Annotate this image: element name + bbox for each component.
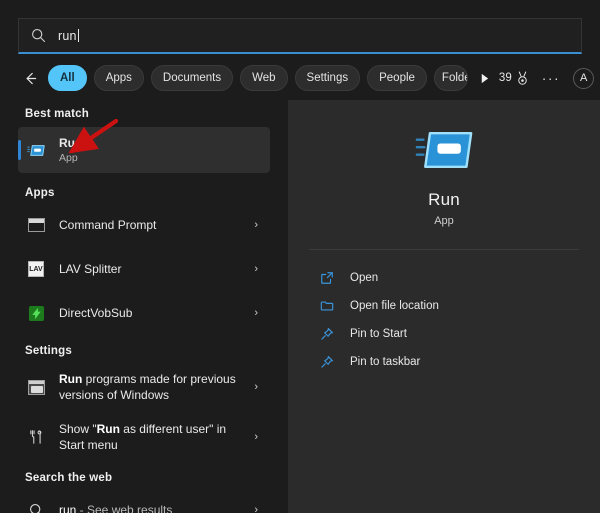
lav-splitter-icon: LAV xyxy=(25,261,47,277)
best-match-run-item[interactable]: Run App xyxy=(18,127,270,173)
list-item-run-compatibility[interactable]: Run programs made for previous versions … xyxy=(18,362,270,412)
pin-icon xyxy=(318,355,336,369)
action-open-file-location[interactable]: Open file location xyxy=(302,292,586,320)
list-item-text: Show "Run as different user" in Start me… xyxy=(59,421,254,453)
list-item-label: run - See web results xyxy=(59,502,173,513)
section-heading-best-match: Best match xyxy=(25,108,89,120)
best-match-section: Run App xyxy=(0,127,288,173)
list-item-web-search[interactable]: run - See web results › xyxy=(18,488,270,513)
rewards-indicator[interactable]: 39 xyxy=(499,71,529,86)
action-pin-to-start[interactable]: Pin to Start xyxy=(302,320,586,348)
search-box[interactable]: run xyxy=(18,18,582,54)
rewards-count: 39 xyxy=(498,72,512,84)
selection-indicator xyxy=(18,140,21,160)
chevron-right-icon: › xyxy=(254,431,258,443)
chevron-right-icon: › xyxy=(254,307,258,319)
account-avatar[interactable]: A xyxy=(573,67,595,89)
chevron-right-icon: › xyxy=(254,504,258,513)
action-label: Pin to Start xyxy=(350,328,407,340)
list-item-label: LAV Splitter xyxy=(59,261,122,276)
directvobsub-icon xyxy=(25,305,47,322)
list-item-label-line2: Start menu xyxy=(59,438,118,452)
section-heading-search-the-web: Search the web xyxy=(25,472,113,484)
more-options-button[interactable]: ··· xyxy=(542,71,561,85)
search-icon xyxy=(25,503,47,513)
best-match-title: Run xyxy=(59,135,83,150)
list-item-text: Run programs made for previous versions … xyxy=(59,371,254,403)
preview-actions: Open Open file location Pin to Start Pin… xyxy=(288,264,600,376)
chevron-right-icon: › xyxy=(254,381,258,393)
action-label: Pin to taskbar xyxy=(350,356,421,368)
list-item-command-prompt[interactable]: Command Prompt › xyxy=(18,203,270,247)
list-item-label: Command Prompt xyxy=(59,217,157,232)
action-open[interactable]: Open xyxy=(302,264,586,292)
run-icon-large xyxy=(415,131,473,169)
folder-icon xyxy=(318,299,336,313)
search-icon xyxy=(32,29,46,43)
filter-pill-all[interactable]: All xyxy=(48,65,87,91)
list-item-label-line1: Run programs made for previous xyxy=(59,372,236,386)
list-item-label-line2: versions of Windows xyxy=(59,388,170,402)
filter-pill-web[interactable]: Web xyxy=(240,65,288,91)
list-item-lav-splitter[interactable]: LAV LAV Splitter › xyxy=(18,247,270,291)
action-pin-to-taskbar[interactable]: Pin to taskbar xyxy=(302,348,586,376)
filter-pill-settings[interactable]: Settings xyxy=(294,65,361,91)
pin-icon xyxy=(318,327,336,341)
filter-pill-people[interactable]: People xyxy=(367,65,427,91)
list-item-label-line1: Show "Run as different user" in xyxy=(59,422,227,436)
filter-pill-apps[interactable]: Apps xyxy=(93,65,144,91)
command-prompt-icon xyxy=(25,218,47,232)
chevron-right-icon: › xyxy=(254,219,258,231)
list-item-run-as-different-user[interactable]: Show "Run as different user" in Start me… xyxy=(18,412,270,462)
filter-pill-documents[interactable]: Documents xyxy=(150,65,234,91)
filter-pill-folders[interactable]: Folders xyxy=(433,65,468,91)
next-arrow-icon[interactable] xyxy=(475,67,495,89)
search-flyout: run All Apps Documents Web Settings Peop… xyxy=(0,0,600,513)
section-heading-apps: Apps xyxy=(25,187,55,199)
compatibility-icon xyxy=(25,379,47,395)
results-list: Best match Run App Apps Command Prompt ›… xyxy=(0,100,288,513)
preview-subtitle: App xyxy=(434,215,454,227)
chevron-right-icon: › xyxy=(254,263,258,275)
run-icon xyxy=(25,144,47,157)
best-match-text: Run App xyxy=(59,136,270,165)
action-label: Open file location xyxy=(350,300,439,312)
open-external-icon xyxy=(318,271,336,285)
back-arrow-icon[interactable] xyxy=(18,66,42,90)
preview-title: Run xyxy=(428,190,460,209)
best-match-subtitle: App xyxy=(59,151,78,164)
preview-panel: Run App Open Open file location Pin to S… xyxy=(288,100,600,513)
search-input-value: run xyxy=(58,28,77,43)
list-item-directvobsub[interactable]: DirectVobSub › xyxy=(18,291,270,335)
search-input-text[interactable]: run xyxy=(58,29,79,43)
action-label: Open xyxy=(350,272,379,284)
medal-icon xyxy=(517,71,527,85)
filter-bar-right: 39 ··· A xyxy=(499,67,598,89)
preview-divider xyxy=(309,249,579,250)
filter-bar: All Apps Documents Web Settings People F… xyxy=(18,62,595,94)
tools-icon xyxy=(25,429,47,445)
list-item-label: DirectVobSub xyxy=(59,305,133,320)
text-caret xyxy=(77,29,79,42)
section-heading-settings: Settings xyxy=(25,345,72,357)
